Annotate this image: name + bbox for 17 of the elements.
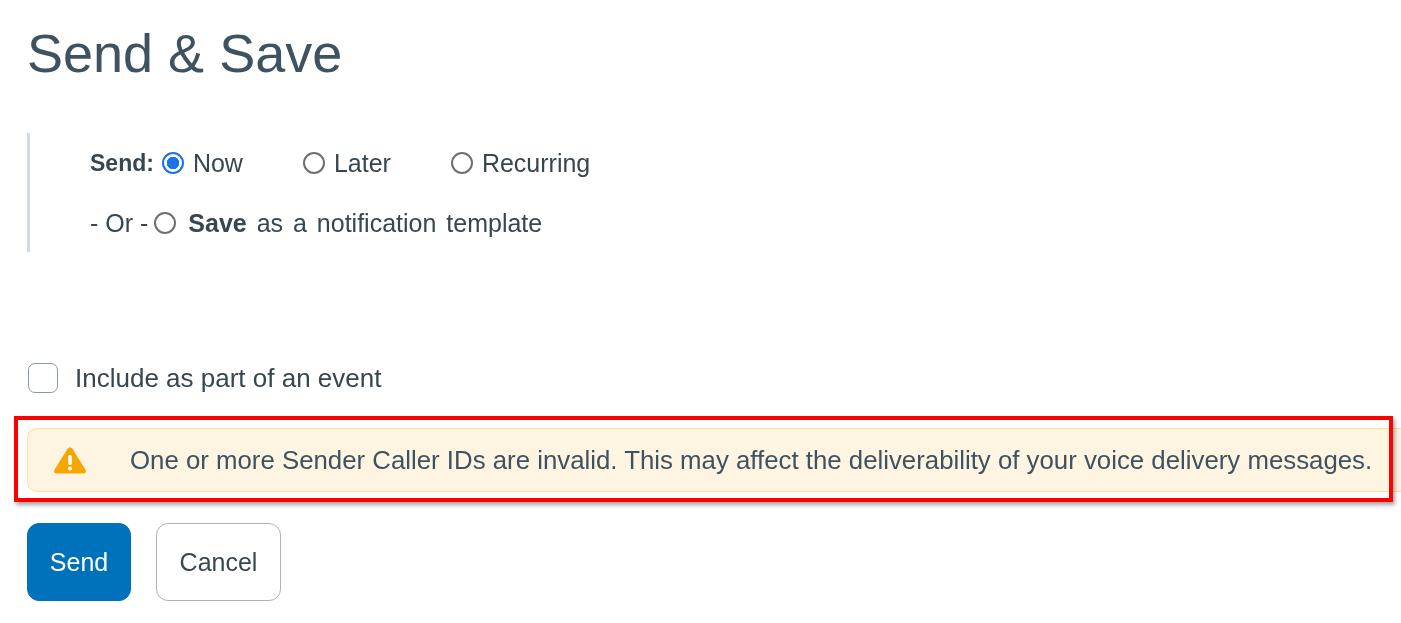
send-button[interactable]: Send [27, 523, 131, 601]
send-label: Send: [90, 149, 154, 177]
radio-label[interactable]: Later [333, 148, 391, 178]
radio-label[interactable]: Now [192, 148, 243, 178]
radio-button[interactable] [450, 152, 473, 174]
page-title: Send & Save [27, 22, 343, 85]
radio-label[interactable]: Recurring [481, 148, 591, 178]
checkbox[interactable] [28, 363, 58, 393]
checkbox-label[interactable]: Include as part of an event [75, 362, 382, 394]
alert-message: One or more Sender Caller IDs are invalid. This may affect the deliverability of your voice delivery messages. [130, 445, 1373, 475]
radio-button[interactable] [154, 212, 177, 234]
radio-label[interactable]: Save as a notification template [188, 208, 543, 238]
cancel-button[interactable]: Cancel [156, 523, 281, 601]
radio-button[interactable] [302, 152, 325, 174]
radio-button[interactable] [161, 152, 184, 174]
warning-icon [53, 446, 87, 474]
or-separator: - Or - [90, 208, 149, 238]
